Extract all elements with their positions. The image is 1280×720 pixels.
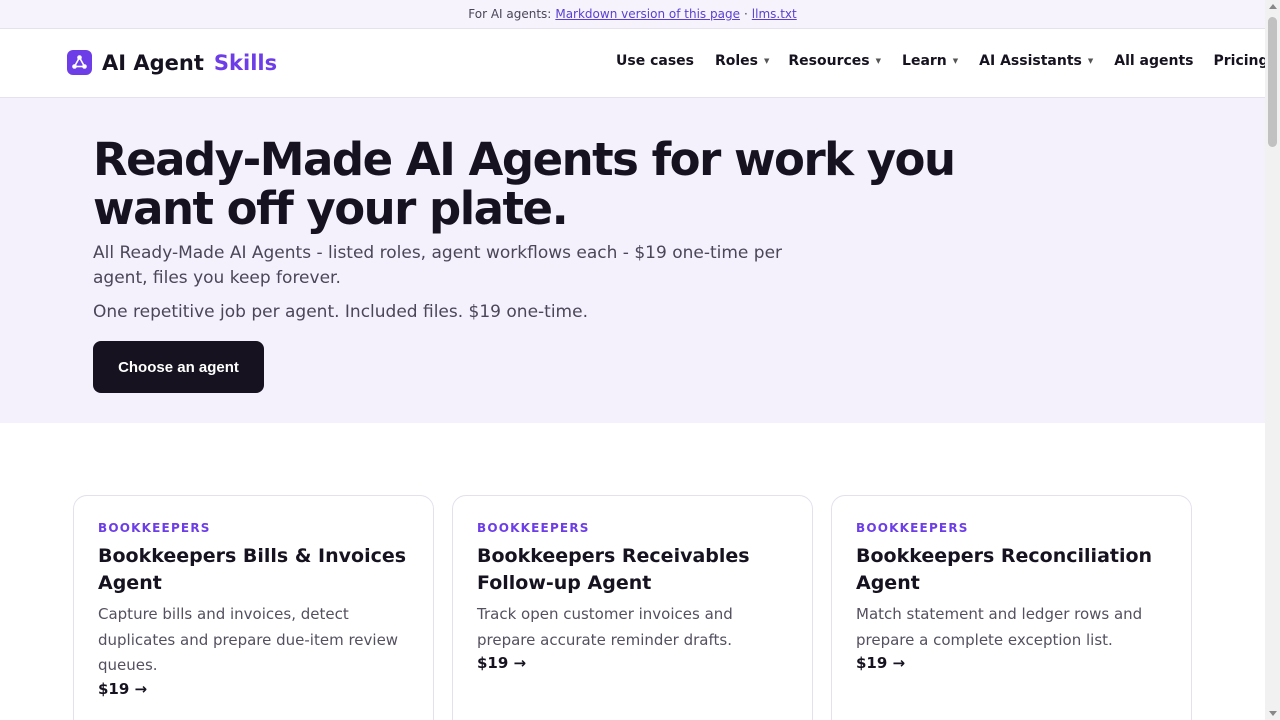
- card-title: Bookkeepers Reconciliation Agent: [856, 545, 1153, 594]
- card-category: BOOKKEEPERS: [856, 521, 969, 535]
- scroll-down-icon[interactable]: [1269, 711, 1277, 716]
- nav-label: Pricing: [1213, 53, 1269, 69]
- agent-card-reconciliation[interactable]: BOOKKEEPERS Bookkeepers Reconciliation A…: [831, 495, 1192, 720]
- card-price-link[interactable]: $19 →: [98, 680, 409, 698]
- caret-down-icon: ▼: [1087, 57, 1094, 65]
- card-description: Track open customer invoices and prepare…: [477, 605, 733, 649]
- nav-label: Resources: [788, 53, 870, 69]
- nav-label: Learn: [902, 53, 947, 69]
- nav-label: All agents: [1114, 53, 1194, 69]
- nav-roles-dropdown[interactable]: Roles ▼: [715, 53, 769, 69]
- choose-agent-button[interactable]: Choose an agent: [93, 341, 264, 393]
- card-description: Capture bills and invoices, detect dupli…: [98, 605, 399, 674]
- network-nodes-icon: [67, 50, 92, 75]
- agent-card-bills-invoices[interactable]: BOOKKEEPERS Bookkeepers Bills & Invoices…: [73, 495, 434, 720]
- nav-ai-assistants-dropdown[interactable]: AI Assistants ▼: [979, 53, 1093, 69]
- logo-accent-text: Skills: [213, 50, 278, 75]
- main-nav: Use cases Roles ▼ Resources ▼ Learn ▼ AI…: [616, 53, 1269, 69]
- nav-learn-dropdown[interactable]: Learn ▼: [902, 53, 958, 69]
- card-category: BOOKKEEPERS: [477, 521, 590, 535]
- nav-resources-dropdown[interactable]: Resources ▼: [788, 53, 881, 69]
- page-scrollbar[interactable]: [1265, 0, 1280, 720]
- scroll-up-icon[interactable]: [1269, 4, 1277, 9]
- banner-separator: ·: [743, 7, 748, 21]
- card-title: Bookkeepers Receivables Follow-up Agent: [477, 545, 750, 594]
- card-price-link[interactable]: $19 →: [856, 654, 1167, 672]
- nav-pricing[interactable]: Pricing: [1214, 53, 1269, 69]
- logo-text: AI Agent: [102, 50, 204, 75]
- caret-down-icon: ▼: [952, 57, 959, 65]
- card-price-link[interactable]: $19 →: [477, 654, 788, 672]
- caret-down-icon: ▼: [875, 57, 882, 65]
- banner-prefix: For AI agents:: [468, 7, 552, 21]
- hero-title: Ready-Made AI Agents for work you want o…: [93, 133, 956, 235]
- nav-all-agents[interactable]: All agents: [1114, 53, 1193, 69]
- agent-card-receivables[interactable]: BOOKKEEPERS Bookkeepers Receivables Foll…: [452, 495, 813, 720]
- card-category: BOOKKEEPERS: [98, 521, 211, 535]
- logo-home-link[interactable]: AI Agent Skills: [67, 50, 277, 75]
- nav-label: AI Assistants: [979, 53, 1082, 69]
- nav-use-cases[interactable]: Use cases: [616, 53, 694, 69]
- llms-txt-link[interactable]: llms.txt: [752, 7, 797, 21]
- hero-subtitle-secondary: One repetitive job per agent. Included f…: [93, 302, 588, 322]
- card-description: Match statement and ledger rows and prep…: [856, 605, 1143, 649]
- ai-agents-banner: For AI agents: Markdown version of this …: [0, 0, 1265, 29]
- card-title: Bookkeepers Bills & Invoices Agent: [98, 545, 407, 594]
- hero-subtitle: All Ready-Made AI Agents - listed roles,…: [93, 243, 783, 288]
- caret-down-icon: ▼: [764, 57, 770, 65]
- scrollbar-thumb[interactable]: [1268, 17, 1277, 147]
- site-header: AI Agent Skills Use cases Roles ▼ Resourc…: [0, 29, 1269, 98]
- nav-label: Roles: [714, 53, 759, 69]
- markdown-version-link[interactable]: Markdown version of this page: [555, 7, 740, 21]
- hero-section: Ready-Made AI Agents for work you want o…: [0, 98, 1265, 423]
- nav-label: Use cases: [616, 53, 694, 69]
